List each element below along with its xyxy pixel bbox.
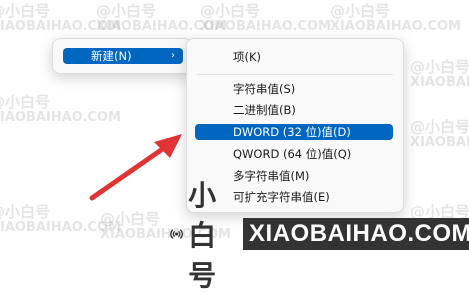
broadcast-icon [170,229,183,239]
footer-branding: 小白号 XIAOBAIHAO.COM [168,179,469,292]
brand-name-cn: 小白号 [188,179,220,292]
brand-name-en: XIAOBAIHAO.COM [243,218,469,250]
